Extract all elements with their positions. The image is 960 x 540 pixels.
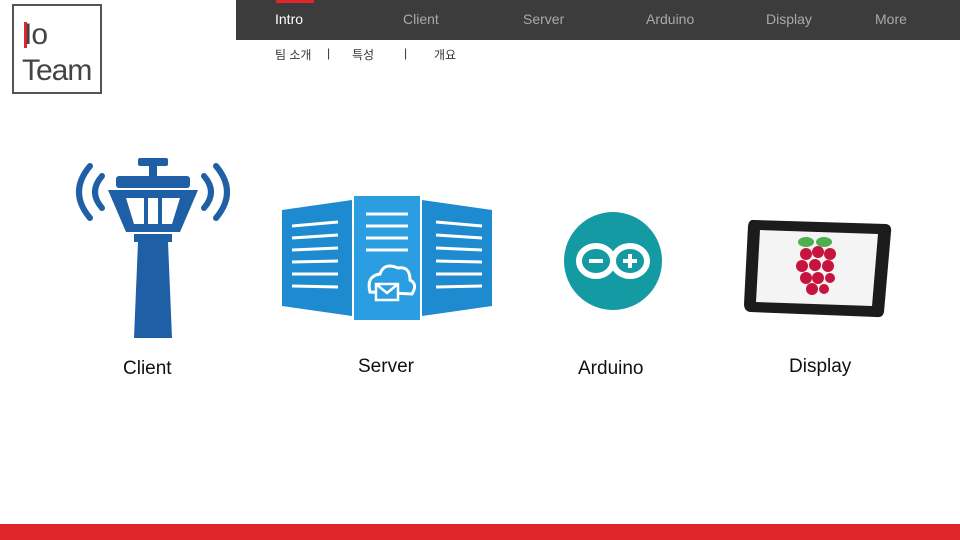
logo-text-line2: Team xyxy=(22,54,92,87)
subnav-features[interactable]: 특성 xyxy=(352,46,374,63)
nav-more[interactable]: More xyxy=(875,11,907,27)
active-tab-indicator xyxy=(276,0,314,3)
arduino-icon xyxy=(564,212,662,310)
arduino-label: Arduino xyxy=(578,358,644,379)
nav-server[interactable]: Server xyxy=(523,11,564,27)
display-label: Display xyxy=(789,356,852,377)
subnav-overview[interactable]: 개요 xyxy=(434,46,456,63)
top-navigation: Intro Client Server Arduino Display More xyxy=(236,0,960,40)
subnav-separator: | xyxy=(404,46,408,60)
subnav-team-intro[interactable]: 팀 소개 xyxy=(275,46,311,63)
nav-client[interactable]: Client xyxy=(403,11,439,27)
control-tower-icon xyxy=(76,158,230,338)
client-label: Client xyxy=(123,358,172,379)
server-label: Server xyxy=(358,356,414,377)
footer-bar xyxy=(0,524,960,540)
logo: Io Team xyxy=(12,4,102,94)
server-cloud-icon xyxy=(282,196,492,320)
logo-text-line1: Io xyxy=(24,18,48,51)
nav-intro[interactable]: Intro xyxy=(275,11,303,27)
raspberry-pi-tablet-icon xyxy=(744,219,892,318)
nav-display[interactable]: Display xyxy=(766,11,812,27)
nav-arduino[interactable]: Arduino xyxy=(646,11,694,27)
subnav-separator: | xyxy=(327,46,331,60)
